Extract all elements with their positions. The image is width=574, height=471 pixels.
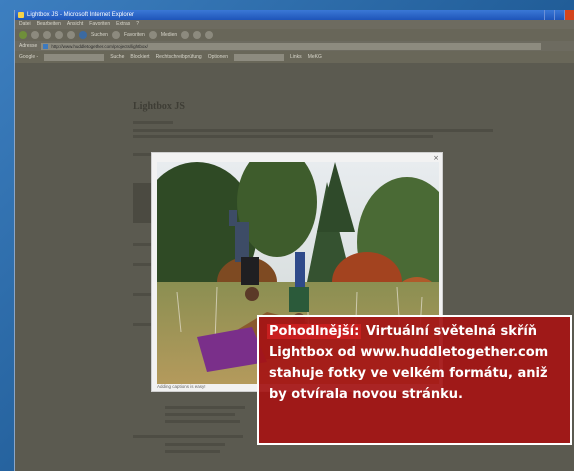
favorites-icon[interactable] [111,31,120,39]
media-icon[interactable] [148,31,157,39]
menu-help[interactable]: ? [136,20,139,29]
ghost-text-line [165,406,245,409]
options-button[interactable]: Optionen [208,54,228,60]
ghost-text-line [165,420,240,423]
menu-tools[interactable]: Extras [116,20,130,29]
address-label: Adresse [19,43,38,49]
google-toolbar: Google - Suche Blockiert Rechtschreibprü… [15,51,574,63]
close-button[interactable] [564,10,574,20]
print-icon[interactable] [205,31,214,39]
forward-icon[interactable] [31,31,39,39]
google-search-button[interactable]: Suche [110,54,124,60]
callout-lead: Pohodlnější: [267,324,362,339]
address-value: http://www.huddletogether.com/projects/l… [51,43,148,49]
popup-blocked-button[interactable]: Blockiert [130,54,149,60]
back-icon[interactable] [19,31,27,39]
skype-input[interactable] [234,53,284,61]
lightbox-close-button[interactable]: × [433,155,439,162]
address-input[interactable]: http://www.huddletogether.com/projects/l… [41,42,542,50]
ghost-text-line [165,443,225,446]
minimize-button[interactable] [544,10,554,20]
page-icon [43,43,49,49]
home-icon[interactable] [67,31,75,39]
lightbox-caption: Adding captions is easy! [157,384,206,389]
media-button[interactable]: Medien [161,32,177,38]
links-button[interactable]: Links [290,54,302,60]
ghost-text-line [165,450,220,453]
menu-view[interactable]: Ansicht [67,20,83,29]
ghost-text-line [133,435,243,438]
refresh-icon[interactable] [55,31,63,39]
google-search-input[interactable] [44,53,105,61]
meKG-button[interactable]: MeKG [308,54,322,60]
ghost-text-line [133,135,433,138]
magazine-callout: Pohodlnější: Virtuální světelná skříň Li… [257,315,572,445]
page-title: Lightbox JS [133,101,185,112]
search-icon[interactable] [79,31,87,39]
window-controls [544,10,574,20]
menu-favorites[interactable]: Favoriten [89,20,110,29]
window-title: Lightbox JS - Microsoft Internet Explore… [27,12,135,18]
spellcheck-button[interactable]: Rechtschreibprüfung [156,54,202,60]
google-logo: Google - [19,54,39,60]
search-button[interactable]: Suchen [91,32,108,38]
history-icon[interactable] [181,31,190,39]
ie-icon [18,12,24,18]
menu-file[interactable]: Datei [19,20,31,29]
favorites-button[interactable]: Favoriten [124,32,145,38]
ghost-text-line [165,413,235,416]
menu-bar: Datei Bearbeiten Ansicht Favoriten Extra… [15,20,574,29]
mail-icon[interactable] [193,31,202,39]
standard-toolbar: Suchen Favoriten Medien [15,29,574,41]
maximize-button[interactable] [554,10,564,20]
title-bar: Lightbox JS - Microsoft Internet Explore… [15,10,574,20]
address-bar: Adresse http://www.huddletogether.com/pr… [15,41,574,51]
ghost-text-line [133,129,493,132]
menu-edit[interactable]: Bearbeiten [37,20,61,29]
ghost-subheading [133,121,173,124]
stop-icon[interactable] [43,31,51,39]
